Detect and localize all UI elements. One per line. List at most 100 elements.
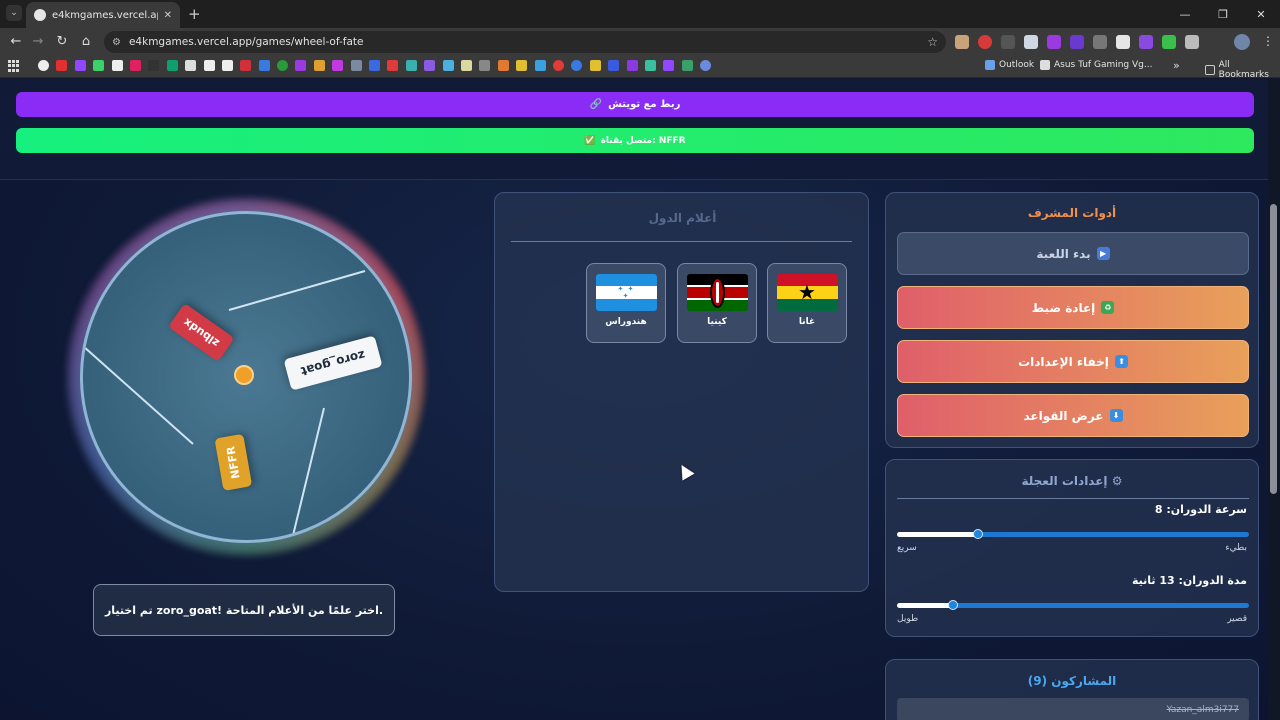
bookmark-icon[interactable] — [700, 60, 712, 71]
admin-tools-panel: أدوات المشرف بدء اللعبة ▶ إعادة ضبط ♻ إخ… — [885, 192, 1259, 448]
browser-tab[interactable]: e4kmgames.vercel.app/games/ ✕ — [26, 2, 180, 28]
bookmark-icon[interactable] — [608, 60, 620, 71]
bookmark-icon[interactable] — [148, 60, 160, 71]
extensions-puzzle-icon[interactable] — [1185, 35, 1199, 49]
bookmark-icon[interactable] — [516, 60, 528, 71]
extension-icon[interactable] — [1116, 35, 1130, 49]
bookmark-icon[interactable] — [129, 60, 141, 71]
bookmark-icon[interactable] — [571, 60, 583, 71]
extension-icon[interactable] — [1139, 35, 1153, 49]
reset-button[interactable]: إعادة ضبط ♻ — [897, 286, 1249, 329]
twitch-connect-button[interactable]: 🔗 ربط مع تويتش — [16, 92, 1254, 117]
extension-icon[interactable] — [978, 35, 992, 49]
restore-icon[interactable]: ❐ — [1204, 0, 1242, 28]
bookmark-icon[interactable] — [295, 60, 307, 71]
bookmark-icon[interactable] — [258, 60, 270, 71]
participant-row[interactable]: Yazan_alm3i777 — [897, 698, 1249, 720]
bookmark-icon[interactable] — [405, 60, 417, 71]
flag-label: غانا — [798, 317, 816, 327]
extension-icon[interactable] — [1001, 35, 1015, 49]
bookmarks-overflow-icon[interactable]: » — [1173, 59, 1180, 72]
tab-close-icon[interactable]: ✕ — [164, 10, 172, 21]
back-icon[interactable]: ← — [8, 34, 24, 49]
site-info-icon[interactable]: ⚙ — [112, 37, 121, 48]
window-controls: — ❐ ✕ — [1166, 0, 1280, 28]
address-bar[interactable]: ⚙ e4kmgames.vercel.app/games/wheel-of-fa… — [104, 31, 946, 53]
bookmark-icon[interactable] — [203, 60, 215, 71]
bookmark-icon[interactable] — [552, 60, 564, 71]
bookmark-icon[interactable] — [369, 60, 381, 71]
selection-status-message: تم اختيار zoro_goat! اختر علمًا من الأعل… — [93, 584, 395, 636]
scrollbar-thumb[interactable] — [1270, 204, 1277, 494]
extension-icon[interactable] — [1024, 35, 1038, 49]
bookmark-icon[interactable] — [497, 60, 509, 71]
extension-icon[interactable] — [1070, 35, 1084, 49]
bookmark-icon[interactable] — [38, 60, 49, 71]
wheel-of-fate[interactable]: zlbudx zoro_goat NFFR — [68, 199, 424, 555]
bookmark-asus[interactable]: Asus Tuf Gaming Vg... — [1040, 60, 1152, 70]
bookmark-icon[interactable] — [221, 60, 233, 71]
arrow-down-icon: ⬇ — [1109, 409, 1123, 422]
bookmark-icon[interactable] — [332, 60, 344, 71]
bookmark-icon[interactable] — [240, 60, 252, 71]
bookmark-icon[interactable] — [589, 60, 601, 71]
bookmark-icon[interactable] — [534, 60, 546, 71]
reload-icon[interactable]: ↻ — [54, 34, 70, 49]
bookmark-icon[interactable] — [663, 60, 675, 71]
duration-slider-fill — [897, 603, 954, 608]
close-window-icon[interactable]: ✕ — [1242, 0, 1280, 28]
bookmark-icon[interactable] — [644, 60, 656, 71]
duration-slider-thumb[interactable] — [948, 600, 959, 610]
page-scrollbar[interactable] — [1268, 79, 1280, 720]
extension-icon[interactable] — [1162, 35, 1176, 49]
speed-slider-thumb[interactable] — [972, 529, 983, 539]
minimize-icon[interactable]: — — [1166, 0, 1204, 28]
tab-search-icon[interactable]: ⌄ — [6, 5, 22, 21]
bookmark-icon[interactable] — [460, 60, 472, 71]
bookmark-icon[interactable] — [56, 60, 68, 71]
arrow-up-icon: ⬆ — [1114, 355, 1128, 368]
ghana-flag-icon: ★ — [776, 274, 838, 311]
profile-avatar[interactable] — [1234, 34, 1250, 50]
browser-menu-icon[interactable]: ⋮ — [1262, 34, 1274, 48]
bookmark-icon[interactable] — [111, 60, 123, 71]
hide-settings-button[interactable]: إخفاء الإعدادات ⬆ — [897, 340, 1249, 383]
all-bookmarks[interactable]: All Bookmarks — [1205, 60, 1280, 80]
flag-card-kenya[interactable]: كينيا — [677, 263, 757, 343]
flag-card-honduras[interactable]: ✦ ✦ ✦ ✦ ✦ هندوراس — [586, 263, 666, 343]
bookmark-icon[interactable] — [166, 60, 178, 71]
home-icon[interactable]: ⌂ — [78, 34, 94, 49]
bookmark-icon[interactable] — [479, 60, 491, 71]
flag-card-ghana[interactable]: ★ غانا — [767, 263, 847, 343]
speed-fast-label: سريع — [897, 543, 917, 553]
flags-panel: أعلام الدول ★ غانا كينيا ✦ ✦ ✦ ✦ ✦ هندوراس — [494, 192, 869, 592]
bookmark-icon[interactable] — [185, 60, 197, 71]
bookmark-icon[interactable] — [626, 60, 638, 71]
duration-slider[interactable] — [897, 600, 1249, 610]
url-text[interactable]: e4kmgames.vercel.app/games/wheel-of-fate — [129, 36, 919, 48]
apps-grid-icon[interactable] — [8, 60, 20, 72]
bookmark-outlook[interactable]: Outlook — [985, 60, 1034, 70]
new-tab-icon[interactable]: + — [188, 5, 201, 23]
bookmark-star-icon[interactable]: ☆ — [927, 35, 938, 49]
extension-icon[interactable] — [1047, 35, 1061, 49]
twitch-connect-label: ربط مع تويتش — [608, 99, 681, 110]
bookmark-icon[interactable] — [387, 60, 399, 71]
bookmark-icon[interactable] — [442, 60, 454, 71]
forward-icon[interactable]: → — [30, 34, 46, 49]
bookmark-icon[interactable] — [424, 60, 436, 71]
show-rules-button[interactable]: عرض القواعد ⬇ — [897, 394, 1249, 437]
start-game-button[interactable]: بدء اللعبة ▶ — [897, 232, 1249, 275]
bookmark-icons — [38, 60, 712, 71]
bookmark-icon[interactable] — [681, 60, 693, 71]
extension-icon[interactable] — [1093, 35, 1107, 49]
extension-icon[interactable] — [955, 35, 969, 49]
play-icon: ▶ — [1096, 247, 1110, 260]
bookmark-icon[interactable] — [93, 60, 105, 71]
bookmark-icon[interactable] — [277, 60, 289, 71]
speed-slider[interactable] — [897, 529, 1249, 539]
bookmark-icon[interactable] — [74, 60, 86, 71]
bookmark-icon[interactable] — [350, 60, 362, 71]
bookmark-outlook-label: Outlook — [999, 60, 1035, 70]
bookmark-icon[interactable] — [313, 60, 325, 71]
